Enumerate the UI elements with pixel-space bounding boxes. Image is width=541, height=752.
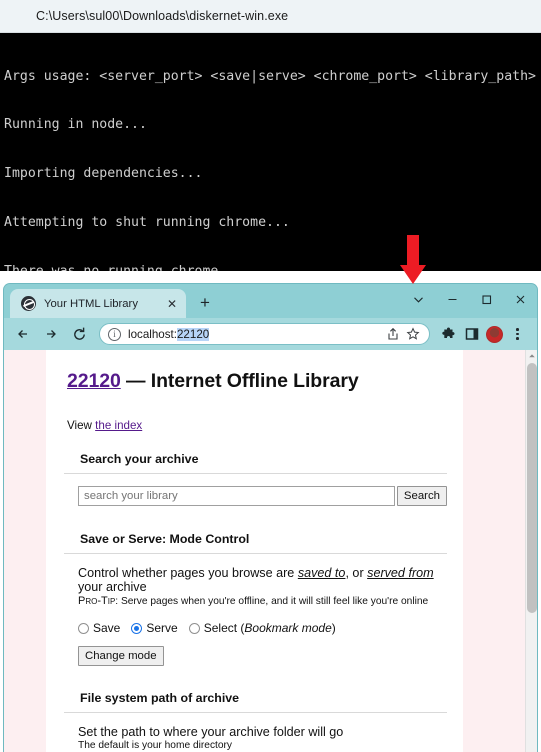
side-panel-icon[interactable] [460,321,483,347]
saved-to-text: saved to [297,566,346,580]
star-icon[interactable] [403,327,423,341]
path-heading: File system path of archive [80,691,240,705]
page-viewport: 22120 — Internet Offline Library View th… [4,350,537,752]
search-input[interactable] [78,486,395,506]
window-controls [401,284,537,314]
mode-protip: Pro-Tip: Serve pages when you're offline… [78,595,447,607]
three-dot-menu-icon[interactable] [506,321,529,347]
mode-radio-group: Save Serve Select (Bookmark mode) [78,621,447,635]
radio-option-select[interactable]: Select (Bookmark mode) [188,621,336,635]
radio-save-icon[interactable] [78,622,89,634]
mode-description: Control whether pages you browse are sav… [78,566,447,594]
mode-desc-3: your archive [78,580,147,594]
console-output: Args usage: <server_port> <save|serve> <… [0,33,541,271]
page-title-rest: — Internet Offline Library [120,370,359,392]
console-window: C:\Users\sul00\Downloads\diskernet-win.e… [0,0,541,271]
radio-save-label: Save [93,621,121,635]
chevron-down-icon[interactable] [401,284,435,314]
puzzle-piece-icon[interactable] [437,321,460,347]
radio-select-label: Select (Bookmark mode) [203,621,336,635]
console-line: Args usage: <server_port> <save|serve> <… [4,68,536,84]
browser-toolbar: i localhost:22120 [4,318,537,350]
console-line: Importing dependencies... [4,166,203,182]
divider [64,712,447,713]
console-title-text: C:\Users\sul00\Downloads\diskernet-win.e… [36,9,289,23]
port-link[interactable]: 22120 [67,370,121,392]
search-form: Search [78,486,447,506]
the-index-link[interactable]: the index [95,419,142,432]
mode-desc-2: , or [345,566,368,580]
radio-serve-label: Serve [146,621,178,635]
scroll-up-arrow-icon[interactable] [526,350,537,362]
mode-heading: Save or Serve: Mode Control [80,532,250,546]
change-mode-row: Change mode [78,646,447,666]
back-arrow-icon[interactable] [10,321,36,347]
divider [64,553,447,554]
protip-label: Pro-Tip [78,595,116,607]
divider [64,473,447,474]
address-bar[interactable]: i localhost:22120 [99,323,430,345]
path-subdescription: The default is your home directory [78,740,233,751]
radio-serve-icon[interactable] [131,622,143,634]
page-content: 22120 — Internet Offline Library View th… [46,350,463,752]
avatar-icon[interactable] [483,321,506,347]
console-line: There was no running chrome. [2,264,541,271]
minimize-icon[interactable] [435,284,469,314]
red-down-arrow-annotation [400,235,426,284]
close-icon[interactable] [503,284,537,314]
view-label: View [67,419,96,432]
url-host: localhost: [128,327,177,341]
url-selected-port: 22120 [176,327,210,341]
tab-strip: Your HTML Library ✕ + [4,284,537,318]
console-title-bar: C:\Users\sul00\Downloads\diskernet-win.e… [0,0,541,33]
nodejs-hexagon-icon [10,7,26,25]
close-icon[interactable]: ✕ [164,296,180,312]
screenshot-root: C:\Users\sul00\Downloads\diskernet-win.e… [0,0,541,752]
maximize-icon[interactable] [469,284,503,314]
share-icon[interactable] [383,327,403,341]
console-line: Running in node... [4,117,147,133]
page-title: 22120 — Internet Offline Library [67,368,447,394]
protip-text: : Serve pages when you're offline, and i… [115,596,429,607]
reload-icon[interactable] [66,321,92,347]
tab-title: Your HTML Library [44,297,138,310]
radio-option-save[interactable]: Save [78,621,120,635]
search-heading: Search your archive [80,452,199,466]
view-index-line: View the index [67,419,447,432]
info-circle-icon[interactable]: i [108,327,121,341]
chrome-browser-window: Your HTML Library ✕ + i localhost:22120 … [3,283,538,752]
mode-desc-1: Control whether pages you browse are [78,566,298,580]
new-tab-button[interactable]: + [192,290,218,316]
url-text: localhost:22120 [128,327,383,341]
scrollbar-thumb[interactable] [527,363,537,613]
radio-option-serve[interactable]: Serve [131,621,178,635]
path-description: Set the path to where your archive folde… [78,725,344,739]
globe-icon [21,296,36,311]
search-button[interactable]: Search [396,486,447,506]
radio-select-icon[interactable] [188,622,200,634]
change-mode-button[interactable]: Change mode [78,646,164,666]
bookmark-mode-text: Bookmark mode [244,621,332,635]
tab-your-html-library[interactable]: Your HTML Library ✕ [10,289,186,318]
page-scrollbar[interactable] [525,350,537,752]
served-from-text: served from [367,566,434,580]
forward-arrow-icon[interactable] [38,321,64,347]
console-line: Attempting to shut running chrome... [4,215,290,231]
